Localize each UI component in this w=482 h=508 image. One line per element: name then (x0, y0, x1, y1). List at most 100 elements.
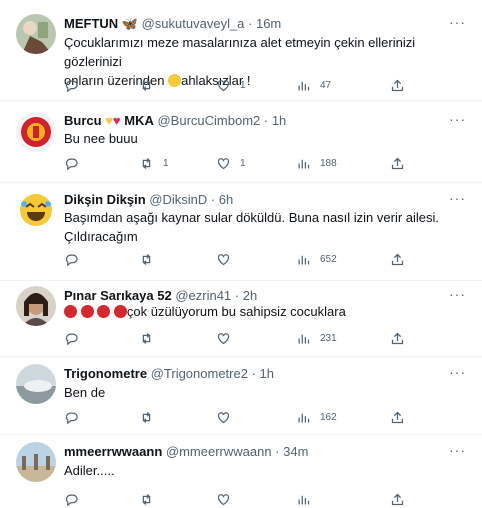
avatar[interactable] (16, 364, 56, 404)
retweet-button[interactable] (139, 329, 163, 347)
reply-button[interactable] (64, 154, 88, 172)
like-button[interactable] (216, 329, 240, 347)
views-icon (298, 255, 310, 264)
handle-time[interactable]: @Trigonometre2 · 1h (151, 366, 274, 381)
angry-face-emoji-icon (97, 305, 111, 318)
views-count: 652 (320, 253, 337, 265)
views-icon (298, 334, 310, 343)
views-button[interactable] (296, 490, 320, 508)
like-count: 1 (240, 157, 246, 169)
handle-time[interactable]: @BurcuCimbom2 · 1h (157, 113, 286, 128)
display-name[interactable]: Trigonometre (64, 366, 147, 381)
tweet-text: Ben de (64, 385, 106, 400)
tweet-4[interactable]: Pınar Sarıkaya 52 @ezrin41 · 2h ··· çok … (0, 280, 482, 357)
share-icon (391, 253, 404, 265)
heart-icon (217, 253, 230, 265)
views-button[interactable]: 652 (296, 250, 337, 268)
like-button[interactable]: 1 (216, 76, 246, 94)
angry-face-emoji-icon (80, 305, 94, 318)
tweet-text: Başımdan aşağı kaynar sular döküldü. Bun… (64, 210, 440, 244)
views-count: 162 (320, 411, 337, 423)
share-button[interactable] (390, 408, 414, 426)
tweet-text: Bu nee buuu (64, 131, 138, 146)
share-button[interactable] (390, 76, 414, 94)
reply-button[interactable] (64, 76, 88, 94)
display-name[interactable]: Pınar Sarıkaya 52 (64, 288, 172, 303)
tweet-3[interactable]: Dikşin Dikşin @DiksinD · 6h ··· Başımdan… (0, 182, 482, 281)
retweet-icon (142, 332, 151, 344)
views-button[interactable]: 162 (296, 408, 337, 426)
views-count: 188 (320, 157, 337, 169)
like-button[interactable] (216, 250, 240, 268)
like-button[interactable] (216, 408, 240, 426)
reply-icon (65, 158, 78, 170)
share-button[interactable] (390, 329, 414, 347)
tweet-5[interactable]: Trigonometre @Trigonometre2 · 1h ··· Ben… (0, 356, 482, 435)
avatar[interactable] (16, 286, 56, 326)
views-button[interactable]: 188 (296, 154, 337, 172)
like-count: 1 (240, 79, 246, 91)
reply-icon (65, 494, 78, 506)
retweet-icon (142, 493, 151, 505)
yellow-heart-icon: ♥ (105, 113, 113, 128)
tweet-6[interactable]: mmeerrwwaann @mmeerrwwaann · 34m ··· Adi… (0, 434, 482, 506)
views-icon (298, 159, 310, 168)
heart-icon (217, 493, 230, 505)
share-button[interactable] (390, 154, 414, 172)
display-name-suffix[interactable]: MKA (124, 113, 154, 128)
tweet-1[interactable]: MEFTUN 🦋 @sukutuvaveyl_a · 16m ··· Çocuk… (0, 0, 482, 101)
retweet-button[interactable] (139, 250, 163, 268)
share-button[interactable] (390, 490, 414, 508)
avatar[interactable] (16, 442, 56, 482)
reply-button[interactable] (64, 250, 88, 268)
retweet-button[interactable] (139, 76, 163, 94)
reply-icon (65, 333, 78, 345)
handle-time[interactable]: @ezrin41 · 2h (175, 288, 257, 303)
retweet-button[interactable] (139, 490, 163, 508)
handle-time[interactable]: @sukutuvaveyl_a · 16m (142, 16, 282, 31)
share-icon (391, 79, 404, 91)
avatar[interactable] (16, 190, 56, 230)
butterfly-icon: 🦋 (121, 16, 138, 31)
retweet-button[interactable]: 1 (139, 154, 169, 172)
views-button[interactable]: 231 (296, 329, 337, 347)
retweet-button[interactable] (139, 408, 163, 426)
views-icon (298, 413, 310, 422)
display-name[interactable]: Burcu (64, 113, 102, 128)
views-button[interactable]: 47 (296, 76, 331, 94)
share-icon (391, 332, 404, 344)
like-button[interactable]: 1 (216, 154, 246, 172)
handle-time[interactable]: @mmeerrwwaann · 34m (166, 444, 309, 459)
display-name[interactable]: mmeerrwwaann (64, 444, 162, 459)
more-options-button[interactable]: ··· (449, 190, 466, 206)
retweet-icon (142, 157, 151, 169)
reply-icon (65, 80, 78, 92)
like-button[interactable] (216, 490, 240, 508)
handle-time[interactable]: @DiksinD · 6h (149, 192, 233, 207)
more-options-button[interactable]: ··· (449, 364, 466, 380)
more-options-button[interactable]: ··· (449, 14, 466, 30)
heart-icon (217, 411, 230, 423)
display-name[interactable]: Dikşin Dikşin (64, 192, 146, 207)
views-icon (298, 495, 310, 504)
retweet-icon (142, 253, 151, 265)
display-name[interactable]: MEFTUN (64, 16, 118, 31)
reply-icon (65, 412, 78, 424)
tweet-2[interactable]: Burcu ♥♥ MKA @BurcuCimbom2 · 1h ··· Bu n… (0, 100, 482, 183)
heart-icon (217, 79, 230, 91)
reply-button[interactable] (64, 329, 88, 347)
views-count: 231 (320, 332, 337, 344)
retweet-icon (142, 411, 151, 423)
reply-icon (65, 254, 78, 266)
reply-button[interactable] (64, 408, 88, 426)
reply-button[interactable] (64, 490, 88, 508)
avatar[interactable] (16, 112, 56, 152)
more-options-button[interactable]: ··· (449, 442, 466, 458)
more-options-button[interactable]: ··· (449, 111, 466, 127)
share-button[interactable] (390, 250, 414, 268)
views-count: 47 (320, 79, 332, 91)
avatar[interactable] (16, 14, 56, 54)
more-options-button[interactable]: ··· (449, 286, 466, 302)
retweet-count: 1 (163, 157, 169, 169)
tweet-text: çok üzülüyorum bu sahipsiz cocuklara (64, 302, 464, 321)
